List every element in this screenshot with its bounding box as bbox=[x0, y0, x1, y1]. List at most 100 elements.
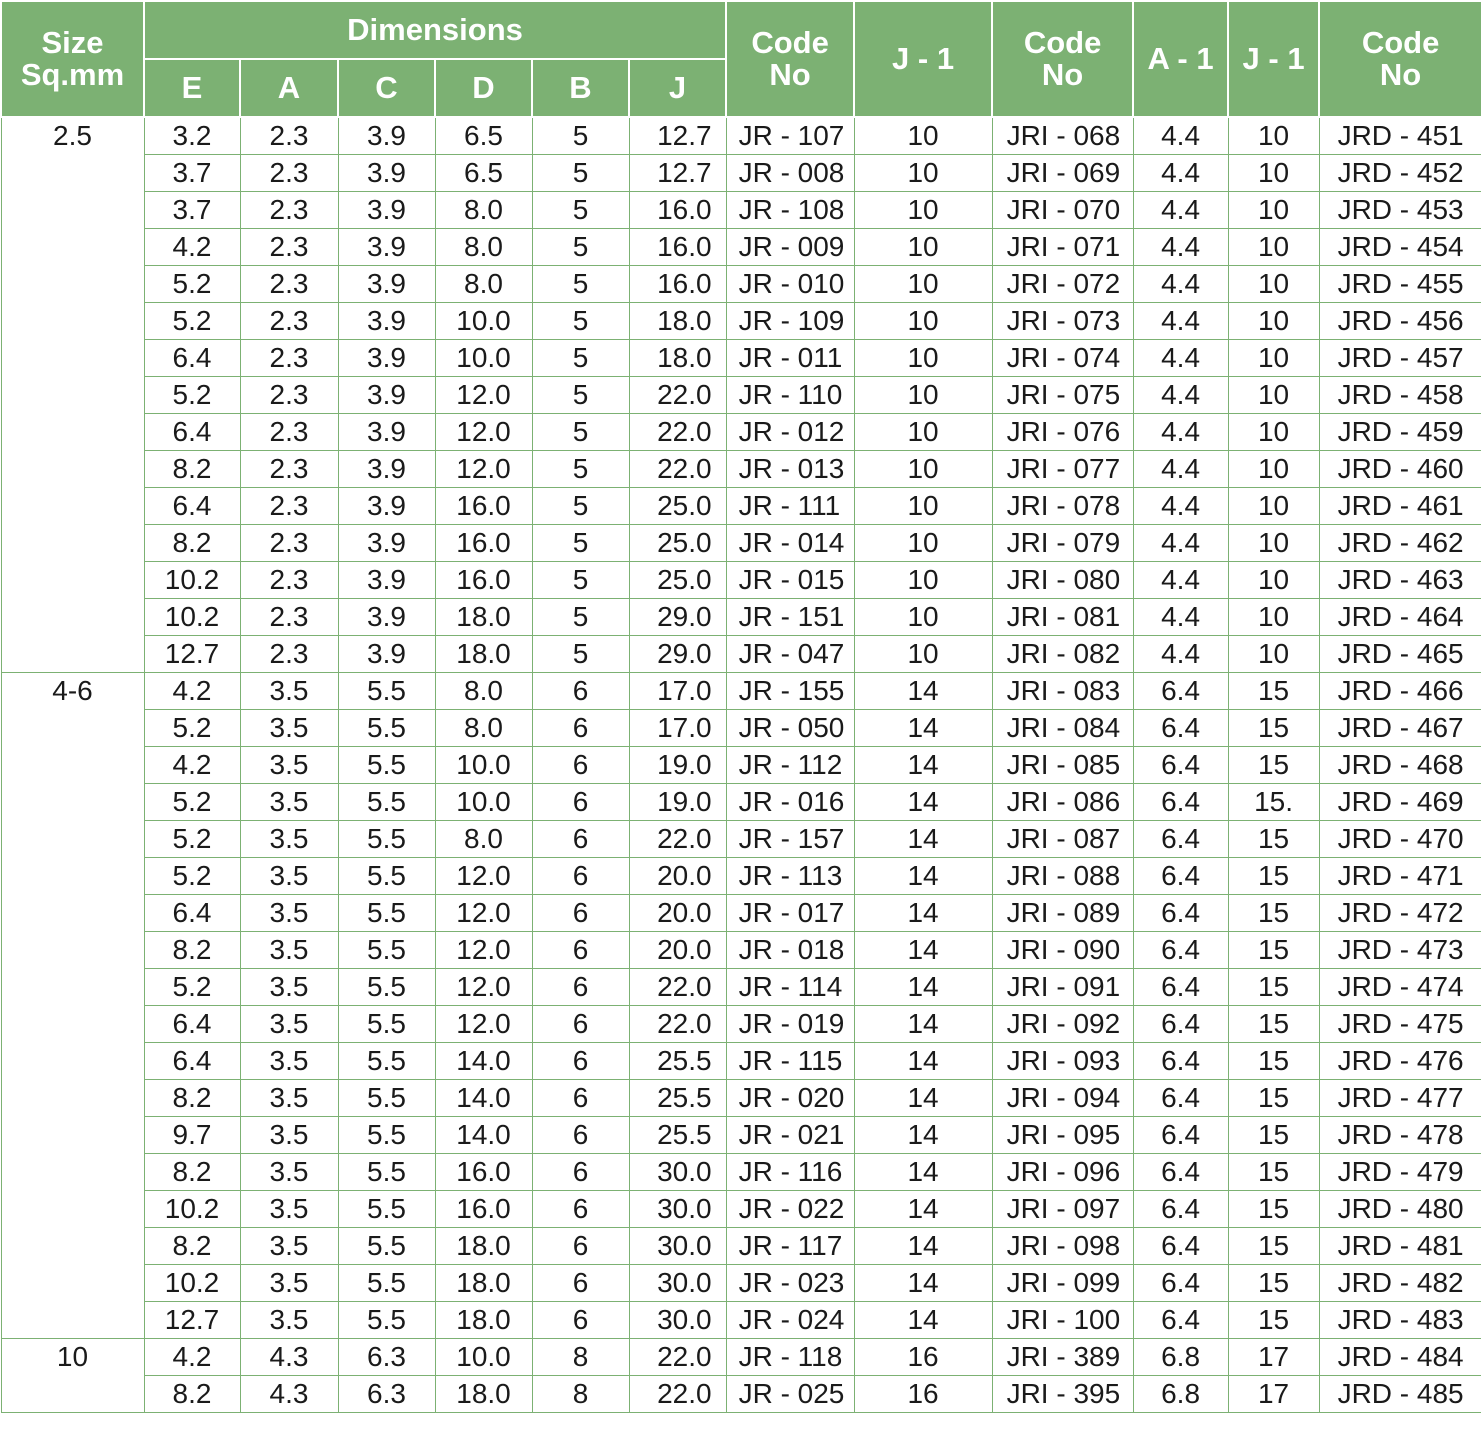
cell-dim-b: 6 bbox=[531, 1153, 630, 1191]
cell-j1-a: 10 bbox=[853, 413, 993, 451]
cell-j1-b: 15 bbox=[1227, 1301, 1320, 1339]
cell-dim-d: 8.0 bbox=[434, 820, 533, 858]
cell-size bbox=[0, 524, 145, 562]
cell-size bbox=[0, 1079, 145, 1117]
cell-size bbox=[0, 783, 145, 821]
cell-code-jri: JRI - 084 bbox=[991, 709, 1134, 747]
cell-size: 2.5 bbox=[0, 117, 145, 155]
cell-code-jr: JR - 009 bbox=[725, 228, 855, 266]
header-code-no-2-line2: No bbox=[1041, 57, 1084, 92]
cell-a1: 4.4 bbox=[1132, 561, 1229, 599]
cell-dim-j: 22.0 bbox=[628, 413, 727, 451]
cell-dim-d: 14.0 bbox=[434, 1042, 533, 1080]
cell-dim-d: 18.0 bbox=[434, 1375, 533, 1413]
cell-dim-j: 17.0 bbox=[628, 709, 727, 747]
cell-j1-b: 15 bbox=[1227, 857, 1320, 895]
table-row: 5.2 3.5 5.5 12.0 6 20.0 JR - 113 14 JRI - 088 6.4… bbox=[0, 857, 1481, 895]
cell-code-jrd: JRD - 477 bbox=[1318, 1079, 1481, 1117]
table-row: 5.2 3.5 5.5 12.0 6 22.0 JR - 114 14 JRI - 091 6.4… bbox=[0, 968, 1481, 1006]
cell-dim-a: 3.5 bbox=[239, 931, 339, 969]
cell-dim-e: 3.7 bbox=[143, 191, 241, 229]
table-row: 10 4.2 4.3 6.3 10.0 8 22.0 JR - 118 16 JRI - 389 6… bbox=[0, 1338, 1481, 1376]
cell-dim-b: 6 bbox=[531, 968, 630, 1006]
cell-dim-c: 3.9 bbox=[337, 376, 436, 414]
cell-a1: 6.4 bbox=[1132, 709, 1229, 747]
cell-j1-b: 15 bbox=[1227, 968, 1320, 1006]
header-code-no-2: Code No bbox=[991, 0, 1135, 118]
cell-j1-b: 17 bbox=[1227, 1338, 1320, 1376]
cell-code-jrd: JRD - 465 bbox=[1318, 635, 1481, 673]
table-row: 8.2 3.5 5.5 16.0 6 30.0 JR - 116 14 JRI - 096 6.4… bbox=[0, 1153, 1481, 1191]
cell-dim-c: 5.5 bbox=[337, 1116, 436, 1154]
cell-dim-a: 2.3 bbox=[239, 450, 339, 488]
cell-dim-b: 5 bbox=[531, 598, 630, 636]
cell-dim-d: 8.0 bbox=[434, 265, 533, 303]
cell-dim-c: 3.9 bbox=[337, 265, 436, 303]
cell-j1-b: 10 bbox=[1227, 413, 1320, 451]
header-dim-e: E bbox=[143, 58, 241, 118]
cell-dim-j: 25.5 bbox=[628, 1116, 727, 1154]
cell-dim-a: 2.3 bbox=[239, 191, 339, 229]
cell-dim-c: 3.9 bbox=[337, 561, 436, 599]
cell-size bbox=[0, 820, 145, 858]
cell-dim-d: 12.0 bbox=[434, 376, 533, 414]
cell-j1-a: 14 bbox=[853, 1005, 993, 1043]
cell-dim-c: 3.9 bbox=[337, 487, 436, 525]
header-code-no-1: Code No bbox=[725, 0, 856, 118]
cell-dim-a: 2.3 bbox=[239, 376, 339, 414]
cell-j1-b: 10 bbox=[1227, 228, 1320, 266]
cell-j1-b: 15 bbox=[1227, 1079, 1320, 1117]
cell-dim-a: 2.3 bbox=[239, 339, 339, 377]
cell-dim-d: 10.0 bbox=[434, 339, 533, 377]
cell-dim-b: 5 bbox=[531, 154, 630, 192]
cell-dim-b: 6 bbox=[531, 783, 630, 821]
cell-dim-d: 16.0 bbox=[434, 1153, 533, 1191]
cell-code-jr: JR - 024 bbox=[725, 1301, 855, 1339]
cell-size: 4-6 bbox=[0, 672, 145, 710]
header-size: Size Sq.mm bbox=[0, 0, 145, 118]
cell-code-jrd: JRD - 469 bbox=[1318, 783, 1481, 821]
cell-dim-c: 5.5 bbox=[337, 783, 436, 821]
cell-a1: 6.4 bbox=[1132, 672, 1229, 710]
cell-a1: 6.4 bbox=[1132, 894, 1229, 932]
cell-dim-a: 3.5 bbox=[239, 1042, 339, 1080]
cell-j1-a: 10 bbox=[853, 524, 993, 562]
cell-code-jrd: JRD - 474 bbox=[1318, 968, 1481, 1006]
cell-j1-b: 15 bbox=[1227, 1116, 1320, 1154]
header-size-line2: Sq.mm bbox=[20, 57, 125, 92]
cell-dim-b: 6 bbox=[531, 1116, 630, 1154]
cell-dim-c: 3.9 bbox=[337, 228, 436, 266]
cell-dim-j: 30.0 bbox=[628, 1153, 727, 1191]
cell-dim-j: 22.0 bbox=[628, 1005, 727, 1043]
header-code-no-3: Code No bbox=[1318, 0, 1481, 118]
cell-a1: 4.4 bbox=[1132, 154, 1229, 192]
cell-a1: 6.8 bbox=[1132, 1375, 1229, 1413]
header-dim-c: C bbox=[337, 58, 436, 118]
cell-dim-d: 16.0 bbox=[434, 1190, 533, 1228]
cell-code-jri: JRI - 091 bbox=[991, 968, 1134, 1006]
header-a1: A - 1 bbox=[1132, 0, 1230, 118]
table-body: 2.5 3.2 2.3 3.9 6.5 5 12.7 JR - 107 10 JRI - 068 4… bbox=[0, 117, 1481, 1413]
cell-size bbox=[0, 413, 145, 451]
cell-dim-j: 16.0 bbox=[628, 191, 727, 229]
cell-dim-d: 16.0 bbox=[434, 487, 533, 525]
cell-code-jrd: JRD - 482 bbox=[1318, 1264, 1481, 1302]
cell-j1-a: 10 bbox=[853, 561, 993, 599]
cell-dim-d: 14.0 bbox=[434, 1079, 533, 1117]
cell-code-jr: JR - 010 bbox=[725, 265, 855, 303]
cell-j1-b: 15 bbox=[1227, 931, 1320, 969]
table-row: 4.2 3.5 5.5 10.0 6 19.0 JR - 112 14 JRI - 085 6.4… bbox=[0, 746, 1481, 784]
cell-dim-e: 5.2 bbox=[143, 265, 241, 303]
cell-j1-a: 16 bbox=[853, 1338, 993, 1376]
cell-dim-b: 6 bbox=[531, 709, 630, 747]
cell-dim-c: 3.9 bbox=[337, 635, 436, 673]
cell-code-jrd: JRD - 460 bbox=[1318, 450, 1481, 488]
cell-code-jr: JR - 022 bbox=[725, 1190, 855, 1228]
cell-code-jr: JR - 012 bbox=[725, 413, 855, 451]
header-code-no-2-line1: Code bbox=[1023, 25, 1102, 60]
cell-code-jri: JRI - 069 bbox=[991, 154, 1134, 192]
cell-j1-b: 15 bbox=[1227, 1153, 1320, 1191]
cell-a1: 6.4 bbox=[1132, 1116, 1229, 1154]
cell-j1-b: 15 bbox=[1227, 1227, 1320, 1265]
cell-code-jr: JR - 020 bbox=[725, 1079, 855, 1117]
